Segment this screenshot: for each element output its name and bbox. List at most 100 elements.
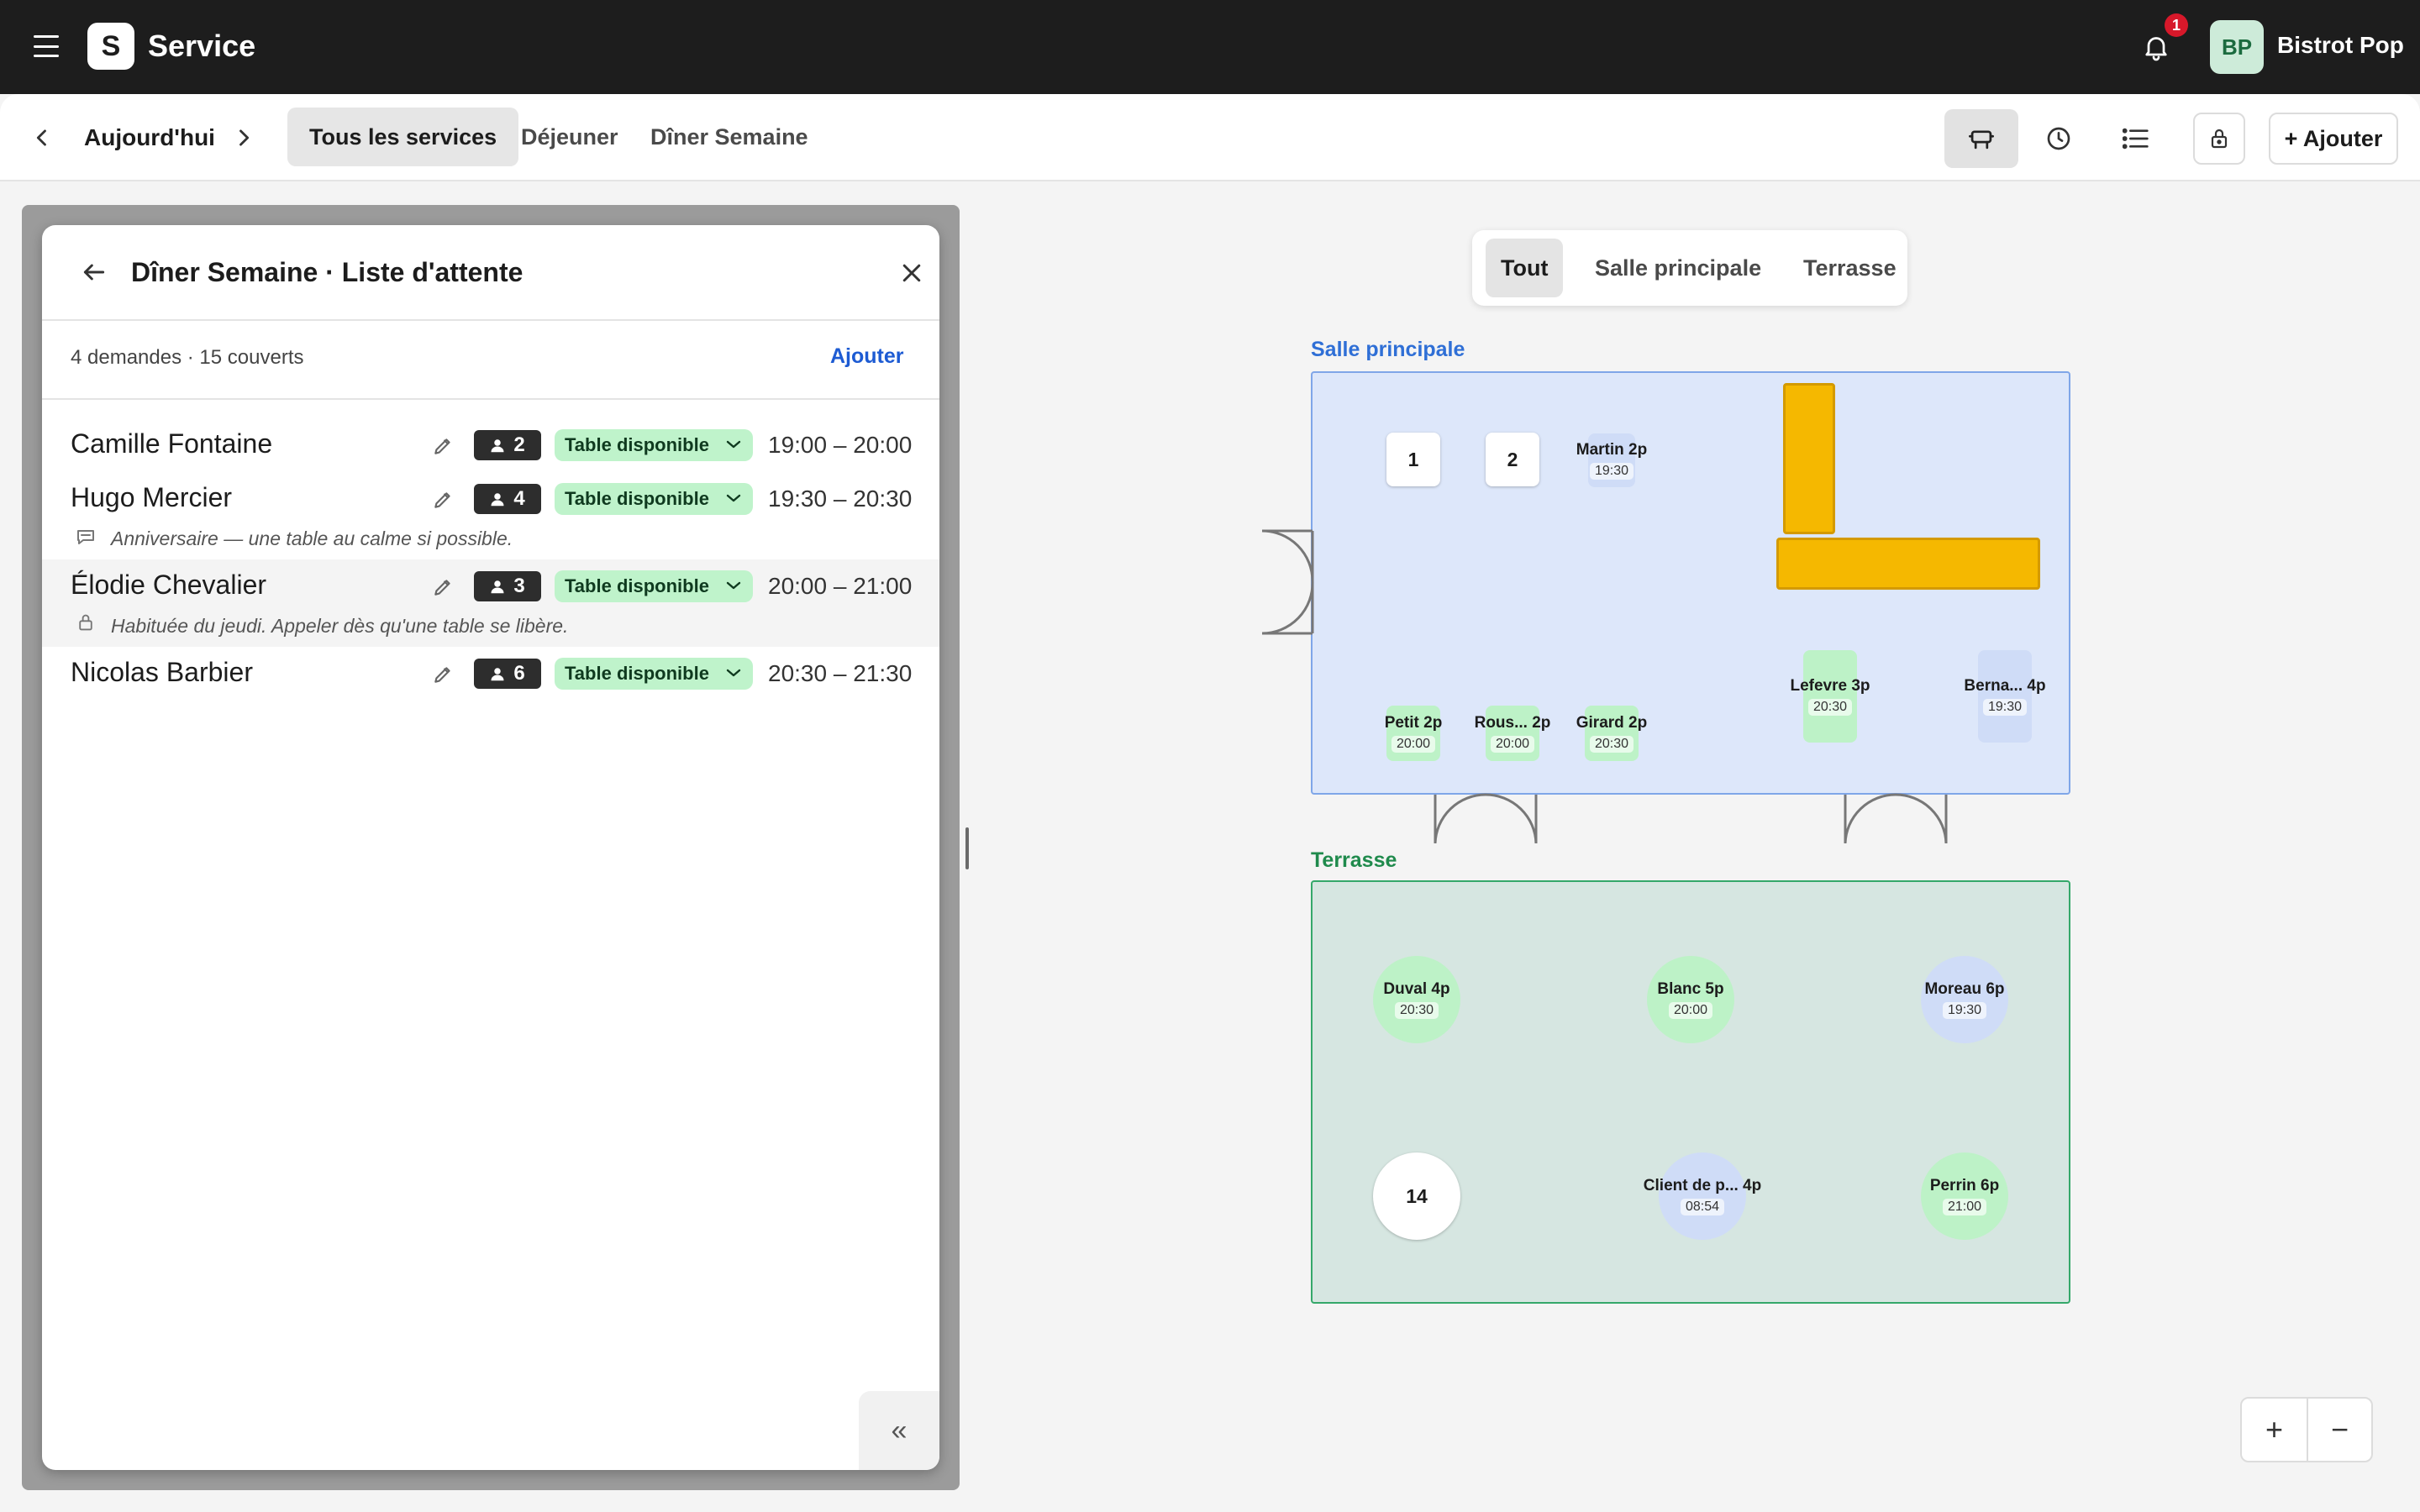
floor-table[interactable]: Duval 4p 20:30 bbox=[1373, 956, 1460, 1043]
status-label: Table disponible bbox=[565, 663, 709, 684]
zone-label-salle: Salle principale bbox=[1311, 338, 1465, 361]
timeline-view-button[interactable] bbox=[2022, 109, 2096, 168]
tab-salle-principale[interactable]: Salle principale bbox=[1580, 239, 1776, 297]
floor-table[interactable]: Moreau 6p 19:30 bbox=[1921, 956, 2008, 1043]
account-name[interactable]: Bistrot Pop bbox=[2277, 32, 2404, 59]
pencil-icon[interactable] bbox=[432, 489, 454, 511]
door-icon bbox=[1844, 793, 1948, 844]
list-view-button[interactable] bbox=[2099, 109, 2173, 168]
guest-note: Habituée du jeudi. Appeler dès qu'une ta… bbox=[111, 615, 569, 637]
collapse-panel-button[interactable]: « bbox=[859, 1391, 939, 1470]
close-icon[interactable] bbox=[899, 260, 924, 286]
zoom-out-button[interactable]: − bbox=[2306, 1399, 2371, 1461]
person-icon bbox=[491, 580, 504, 594]
lock-button[interactable] bbox=[2193, 113, 2245, 165]
floor-table[interactable]: Client de p... 4p 08:54 bbox=[1644, 1152, 1761, 1240]
person-icon bbox=[491, 439, 504, 453]
table-time: 19:30 bbox=[1589, 463, 1634, 480]
status-label: Table disponible bbox=[565, 575, 709, 596]
floor-table[interactable]: Petit 2p 20:00 bbox=[1373, 702, 1454, 764]
list-icon bbox=[2123, 128, 2149, 150]
service-toolbar: Aujourd'hui Tous les services Déjeuner D… bbox=[0, 94, 2420, 181]
floor-table[interactable]: 2 bbox=[1486, 433, 1539, 486]
guest-name: Élodie Chevalier bbox=[71, 570, 267, 600]
table-shape bbox=[1978, 650, 2032, 743]
notification-badge: 1 bbox=[2165, 13, 2188, 37]
avatar[interactable]: BP bbox=[2210, 20, 2264, 74]
resize-handle[interactable] bbox=[965, 827, 969, 869]
tab-diner-semaine[interactable]: Dîner Semaine bbox=[629, 108, 830, 166]
floor-table[interactable]: Martin 2p 19:30 bbox=[1560, 427, 1664, 494]
waitlist-row[interactable]: Hugo Mercier 4 Table disponible 19:30 – … bbox=[42, 472, 939, 559]
table-label: Girard 2p bbox=[1576, 714, 1648, 732]
person-icon bbox=[491, 668, 504, 681]
menu-icon[interactable] bbox=[34, 35, 59, 57]
bar-counter bbox=[1776, 538, 2040, 590]
floor-table[interactable]: Girard 2p 20:30 bbox=[1571, 702, 1652, 764]
party-size-badge: 3 bbox=[474, 571, 541, 601]
status-dropdown[interactable]: Table disponible bbox=[555, 658, 753, 690]
guest-name: Camille Fontaine bbox=[71, 428, 273, 459]
status-dropdown[interactable]: Table disponible bbox=[555, 483, 753, 515]
pencil-icon[interactable] bbox=[432, 664, 454, 685]
bell-icon[interactable] bbox=[2141, 32, 2171, 62]
party-size-badge: 4 bbox=[474, 484, 541, 514]
table-label: Client de p... 4p bbox=[1643, 1177, 1762, 1194]
comment-icon bbox=[77, 530, 94, 544]
floor-plan-view-button[interactable] bbox=[1944, 109, 2018, 168]
floor-table[interactable]: Lefevre 3p 20:30 bbox=[1790, 650, 1870, 743]
pencil-icon[interactable] bbox=[432, 435, 454, 457]
zoom-controls: + − bbox=[2240, 1397, 2373, 1462]
tab-terrasse[interactable]: Terrasse bbox=[1788, 239, 1912, 297]
floor-table[interactable]: 14 bbox=[1373, 1152, 1460, 1240]
panel-title: Dîner Semaine · Liste d'attente bbox=[131, 257, 523, 287]
party-size: 2 bbox=[513, 433, 525, 456]
table-time: 20:00 bbox=[1490, 736, 1535, 753]
table-label: Moreau 6p bbox=[1924, 980, 2005, 998]
party-size: 6 bbox=[513, 662, 525, 685]
waitlist-row[interactable]: Élodie Chevalier 3 Table disponible 20:0… bbox=[42, 559, 939, 647]
panel-header: Dîner Semaine · Liste d'attente bbox=[42, 225, 939, 321]
arrow-left-icon[interactable] bbox=[79, 259, 109, 286]
chevron-right-icon[interactable] bbox=[232, 124, 255, 151]
table-time: 19:30 bbox=[1942, 1002, 1987, 1019]
floor-table[interactable]: Rous... 2p 20:00 bbox=[1472, 702, 1553, 764]
chevron-left-icon[interactable] bbox=[30, 124, 54, 151]
add-reservation-button[interactable]: + Ajouter bbox=[2269, 113, 2398, 165]
table-time: 21:00 bbox=[1942, 1199, 1987, 1215]
door-icon bbox=[1434, 793, 1538, 844]
pencil-icon[interactable] bbox=[432, 576, 454, 598]
add-waitlist-button[interactable]: Ajouter bbox=[830, 344, 904, 369]
chevron-down-icon bbox=[726, 440, 741, 449]
floor-filter-tabs: Tout Salle principale Terrasse bbox=[1472, 230, 1907, 306]
chevron-down-icon bbox=[726, 494, 741, 502]
top-bar: S Service 1 BP Bistrot Pop bbox=[0, 0, 2420, 94]
tab-all-services[interactable]: Tous les services bbox=[287, 108, 519, 166]
table-shape bbox=[1803, 650, 1857, 743]
floor-table[interactable]: 1 bbox=[1386, 433, 1440, 486]
floor-table[interactable]: Perrin 6p 21:00 bbox=[1921, 1152, 2008, 1240]
table-label: 2 bbox=[1507, 448, 1518, 470]
table-label: Blanc 5p bbox=[1657, 980, 1724, 998]
waitlist-row[interactable]: Nicolas Barbier 6 Table disponible 20:30… bbox=[42, 647, 939, 701]
status-dropdown[interactable]: Table disponible bbox=[555, 429, 753, 461]
table-label: 1 bbox=[1407, 448, 1419, 470]
bar-counter bbox=[1783, 383, 1835, 534]
floor-table[interactable]: Blanc 5p 20:00 bbox=[1647, 956, 1734, 1043]
zone-label-terrasse: Terrasse bbox=[1311, 848, 1397, 872]
zoom-in-button[interactable]: + bbox=[2242, 1399, 2307, 1461]
party-size: 4 bbox=[513, 487, 525, 510]
status-dropdown[interactable]: Table disponible bbox=[555, 570, 753, 602]
waitlist-row[interactable]: Camille Fontaine 2 Table disponible 19:0… bbox=[42, 418, 939, 472]
floor-table[interactable]: Berna... 4p 19:30 bbox=[1963, 650, 2047, 743]
app-title: Service bbox=[148, 29, 256, 63]
tab-dejeuner[interactable]: Déjeuner bbox=[499, 108, 640, 166]
date-label[interactable]: Aujourd'hui bbox=[84, 124, 215, 151]
table-label: Duval 4p bbox=[1383, 980, 1450, 998]
guest-name: Nicolas Barbier bbox=[71, 657, 253, 687]
tab-tout[interactable]: Tout bbox=[1486, 239, 1564, 297]
table-label: Rous... 2p bbox=[1474, 714, 1551, 732]
table-time: 19:30 bbox=[1982, 699, 2028, 716]
table-label: 14 bbox=[1406, 1184, 1428, 1207]
party-size-badge: 6 bbox=[474, 659, 541, 689]
